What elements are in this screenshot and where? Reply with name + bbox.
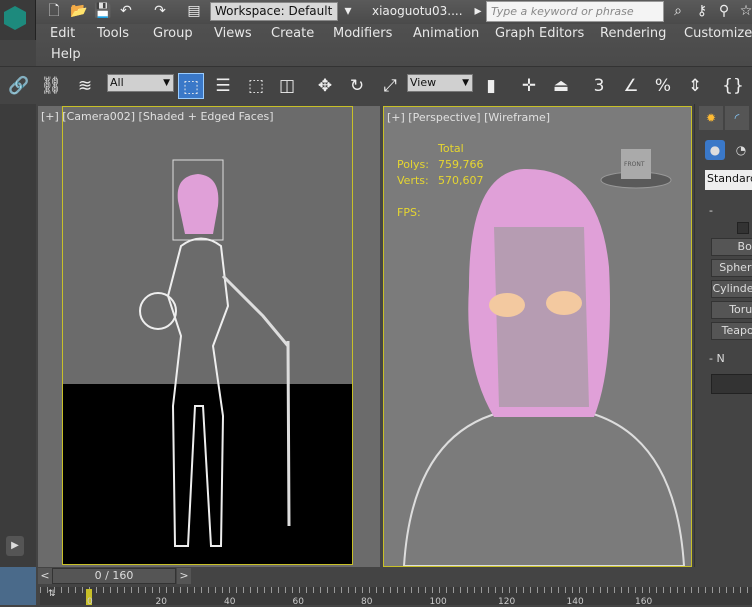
chevron-right-icon[interactable]: ▸ [470,3,486,19]
safe-frame [62,106,353,565]
track-tick-label: 40 [224,597,236,607]
next-frame-button[interactable]: > [177,568,191,584]
save-icon[interactable]: 💾 [94,3,111,19]
fps-label: FPS: [397,206,421,219]
box-button[interactable]: Box [711,238,752,256]
viewcube-face-label[interactable]: FRONT [624,161,645,168]
angle-snap-icon[interactable]: ∠ [618,73,644,99]
menu-views[interactable]: Views [214,26,252,41]
search-input[interactable]: Type a keyword or phrase [486,1,664,22]
project-folder-icon[interactable]: ▤ [186,3,202,19]
file-name: xiaoguotu03.... [372,4,463,18]
unlink-icon[interactable]: ⛓ [38,73,64,99]
name-rollout-toggle[interactable]: - N [709,352,725,365]
menu-group[interactable]: Group [153,26,193,41]
verts-value: 570,607 [438,174,484,187]
app-menu-button[interactable] [0,0,36,40]
menu-animation[interactable]: Animation [413,26,479,41]
new-file-icon[interactable]: 🗋 [46,3,62,19]
track-tick-label: 0 [87,597,93,607]
star-icon[interactable]: ☆ [738,3,752,19]
track-tick-label: 120 [498,597,516,607]
track-tick-label: 160 [635,597,653,607]
category-dropdown[interactable]: Standard [705,170,752,190]
name-field[interactable] [711,374,752,394]
face-wireframe [494,227,589,407]
viewport-label[interactable]: [+] [Perspective] [Wireframe] [387,111,550,124]
track-tick-label: 80 [361,597,373,607]
menu-rendering[interactable]: Rendering [600,26,666,41]
window-crossing-icon[interactable]: ◫ [274,73,300,99]
viewport-layout-button[interactable] [0,567,36,605]
redo-icon[interactable]: ↷ [152,3,168,19]
polys-label: Polys: [397,158,429,171]
menu-create[interactable]: Create [271,26,314,41]
percent-snap-icon[interactable]: % [650,73,676,99]
shapes-icon[interactable]: ◔ [731,140,751,160]
select-by-name-icon[interactable]: ☰ [210,73,236,99]
rotate-icon[interactable]: ↻ [344,73,370,99]
cylinder-button[interactable]: Cylinder [711,280,752,298]
stats-header: Total [438,142,464,155]
edit-named-selection-icon[interactable]: {} [720,73,746,99]
create-tab-icon[interactable]: ✹ [699,106,723,130]
viewport-perspective[interactable]: FRONT [+] [Perspective] [Wireframe] Tota… [383,106,692,567]
pivot-center-icon[interactable]: ▮ [478,73,504,99]
satellite-icon[interactable]: ⚲ [716,3,732,19]
binoculars-icon[interactable]: ⌕ [670,3,686,19]
select-manipulate-icon[interactable]: ✛ [516,73,542,99]
menu-modifiers[interactable]: Modifiers [333,26,392,41]
character-model-perspective [402,149,686,566]
spinner-snap-icon[interactable]: ⇕ [682,73,708,99]
polys-value: 759,766 [438,158,484,171]
sphere-button[interactable]: Sphere [711,259,752,277]
left-strip: ▶ [0,104,36,567]
curve-editor-icon[interactable]: ⇅ [48,589,56,599]
workspace-dropdown[interactable]: Workspace: Default [210,2,338,21]
link-icon[interactable]: 🔗 [6,73,32,99]
app-logo-icon [4,6,26,30]
move-icon[interactable]: ✥ [312,73,338,99]
chevron-down-icon[interactable]: ▾ [340,3,356,19]
reference-coordinate-dropdown[interactable]: View [407,74,473,92]
open-file-icon[interactable]: 📂 [70,3,87,19]
menu-bar: Edit Tools Group Views Create Modifiers … [36,24,752,66]
viewport-camera[interactable]: [+] [Camera002] [Shaded + Edged Faces] [38,106,380,567]
snaps-toggle-icon[interactable]: 3 [586,73,612,99]
rectangular-selection-icon[interactable]: ⬚ [243,73,269,99]
select-object-icon[interactable]: ⬚ [178,73,204,99]
left-eye [489,293,525,317]
prev-frame-button[interactable]: < [38,568,52,584]
menu-help[interactable]: Help [51,47,81,62]
command-panel: ✹ ◜ ● ◔ Standard - Box Sphere Cylinder T… [694,104,752,567]
menu-tools[interactable]: Tools [97,26,129,41]
track-tick-label: 140 [566,597,584,607]
geometry-icon[interactable]: ● [705,140,725,160]
viewport-label[interactable]: [+] [Camera002] [Shaded + Edged Faces] [41,110,274,123]
menu-customize[interactable]: Customize [684,26,752,41]
bind-space-warp-icon[interactable]: ≋ [72,73,98,99]
menu-edit[interactable]: Edit [50,26,75,41]
rollout-toggle[interactable]: - [709,204,713,217]
track-tick-label: 60 [292,597,304,607]
selection-filter-dropdown[interactable]: All [107,74,174,92]
autogrid-checkbox[interactable] [737,222,749,234]
track-tick-label: 20 [155,597,167,607]
menu-graph-editors[interactable]: Graph Editors [495,26,584,41]
time-slider[interactable]: 0 / 160 [52,568,176,584]
main-toolbar: 🔗 ⛓ ≋ All ⬚ ☰ ⬚ ◫ ✥ ↻ ⤢ View ▮ ✛ ⏏ 3 ∠ %… [0,66,752,104]
scale-icon[interactable]: ⤢ [377,73,403,99]
verts-label: Verts: [397,174,429,187]
torus-button[interactable]: Torus [711,301,752,319]
teapot-button[interactable]: Teapot [711,322,752,340]
torso-wireframe [402,405,686,566]
modify-tab-icon[interactable]: ◜ [725,106,749,130]
play-icon[interactable]: ▶ [6,536,24,556]
key-icon[interactable]: ⚷ [694,3,710,19]
keyboard-shortcut-icon[interactable]: ⏏ [548,73,574,99]
undo-icon[interactable]: ↶ [118,3,134,19]
track-tick-label: 100 [429,597,447,607]
right-eye [546,291,582,315]
